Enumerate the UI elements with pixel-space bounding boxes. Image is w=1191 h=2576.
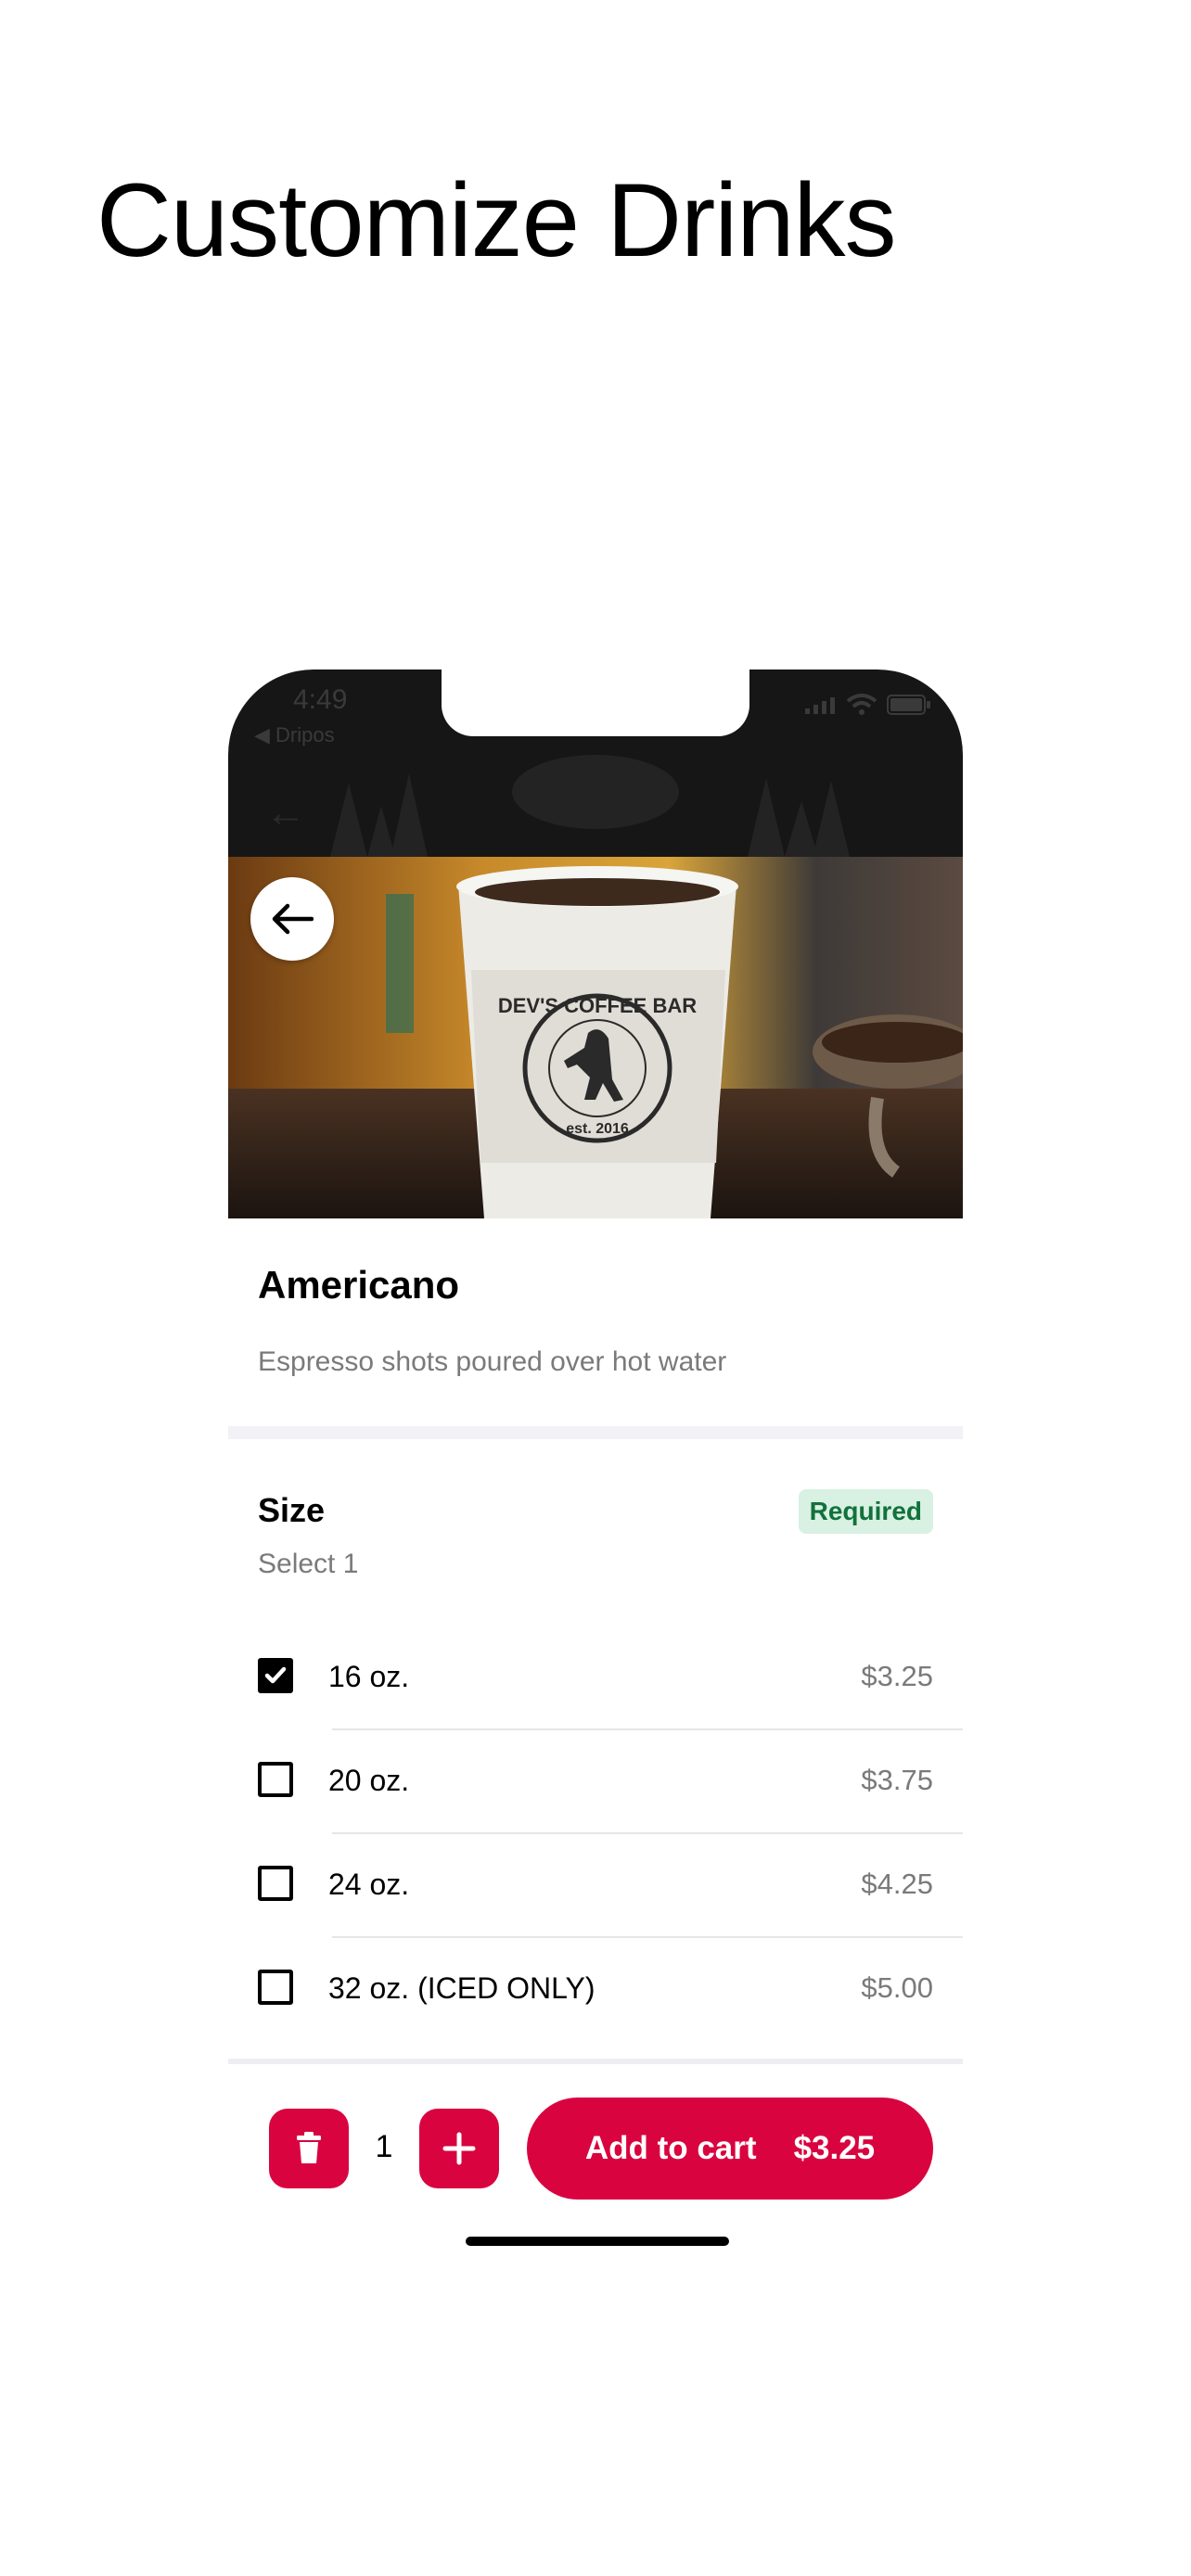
size-option-16oz[interactable]: 16 oz. $3.25 [228, 1626, 963, 1730]
phone-screen: 4:49 ◀ Dripos ← DEV'S COFFEE BAR est. 20… [228, 670, 963, 2261]
notch [442, 670, 749, 736]
checkmark-icon [264, 1666, 287, 1684]
option-label: 20 oz. [328, 1764, 410, 1797]
cup-est-text: est. 2016 [566, 1121, 629, 1137]
plus-icon [442, 2132, 476, 2165]
cart-bar-divider [228, 2059, 963, 2064]
option-price: $3.25 [861, 1660, 933, 1692]
option-group-subtitle: Select 1 [258, 1549, 359, 1579]
option-group-title: Size [258, 1491, 326, 1529]
option-label: 16 oz. [328, 1660, 410, 1693]
required-badge: Required [798, 1489, 933, 1534]
add-to-cart-button[interactable]: Add to cart $3.25 [527, 2098, 933, 2200]
size-option-24oz[interactable]: 24 oz. $4.25 [228, 1834, 963, 1938]
battery-icon [887, 695, 930, 715]
size-option-20oz[interactable]: 20 oz. $3.75 [228, 1730, 963, 1834]
back-button[interactable] [250, 877, 334, 961]
arrow-left-icon: ← [265, 790, 306, 835]
wifi-icon [846, 694, 877, 715]
arrow-left-icon [272, 903, 314, 935]
status-icons [805, 694, 931, 716]
checkbox-unchecked[interactable] [258, 1762, 293, 1797]
checkbox-checked[interactable] [258, 1658, 293, 1693]
quantity-value: 1 [375, 2129, 393, 2164]
add-to-cart-label: Add to cart [584, 2130, 757, 2166]
section-divider [228, 1426, 963, 1439]
status-bar: 4:49 ◀ Dripos ← [228, 670, 963, 857]
forest-banner-image [228, 755, 963, 857]
option-price: $3.75 [861, 1764, 933, 1796]
option-label: 32 oz. (ICED ONLY) [328, 1971, 596, 2005]
product-name: Americano [258, 1263, 460, 1307]
cup-brand-text: DEV'S COFFEE BAR [498, 994, 697, 1017]
back-to-app-link[interactable]: ◀ Dripos [254, 723, 335, 747]
checkbox-unchecked[interactable] [258, 1866, 293, 1901]
checkbox-unchecked[interactable] [258, 1970, 293, 2005]
home-indicator [466, 2237, 729, 2246]
trash-icon [297, 2132, 321, 2163]
page-title: Customize Drinks [96, 162, 897, 278]
option-price: $4.25 [861, 1868, 933, 1900]
option-price: $5.00 [861, 1971, 933, 2004]
remove-item-button[interactable] [269, 2109, 349, 2188]
signal-icon [805, 697, 835, 714]
status-time: 4:49 [293, 684, 348, 715]
option-label: 24 oz. [328, 1868, 410, 1901]
product-description: Espresso shots poured over hot water [258, 1346, 727, 1377]
size-option-32oz[interactable]: 32 oz. (ICED ONLY) $5.00 [228, 1938, 963, 2042]
product-photo: DEV'S COFFEE BAR est. 2016 [228, 857, 963, 1218]
cart-total: $3.25 [793, 2130, 876, 2166]
increase-quantity-button[interactable] [419, 2109, 499, 2188]
